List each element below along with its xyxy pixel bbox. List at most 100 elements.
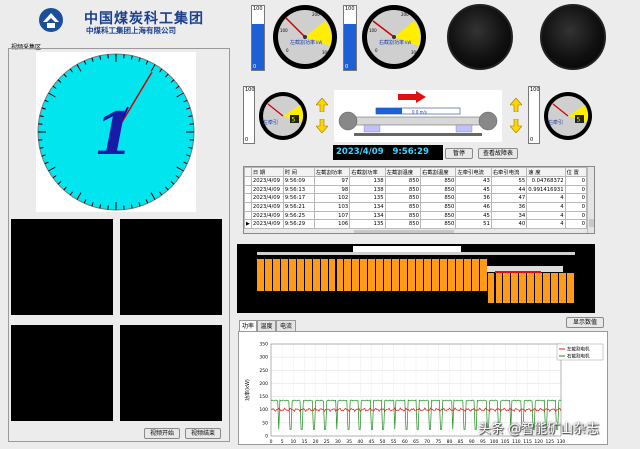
table-row[interactable]: 2023/4/09 9:56:21 103 134 850 850 46 36 4 0 <box>244 202 588 212</box>
video-feed-2[interactable] <box>120 219 222 315</box>
svg-text:100: 100 <box>369 28 377 33</box>
right-traction-bar: 100 0 <box>528 86 540 144</box>
video-feed-4[interactable] <box>120 325 222 421</box>
table-hscrollbar[interactable] <box>244 228 587 233</box>
y-tick-label: 50 <box>262 420 268 426</box>
x-tick-label: 75 <box>435 439 441 445</box>
row-indicator <box>244 193 252 204</box>
column-header[interactable]: 右牵引电流 <box>490 167 528 177</box>
direction-arrow-icon <box>398 91 426 103</box>
svg-text:右牵引: 右牵引 <box>548 119 563 126</box>
x-tick-label: 130 <box>557 439 566 445</box>
table-cell: 135 <box>349 193 386 204</box>
table-row[interactable]: 2023/4/09 9:56:13 98 138 850 850 45 44 0.9914169… <box>244 184 588 195</box>
pause-button[interactable]: 暂停 <box>445 148 473 159</box>
x-tick-label: 95 <box>480 439 486 445</box>
table-cell: 0 <box>564 184 588 195</box>
table-cell: 850 <box>384 193 422 204</box>
svg-text:kW: kW <box>316 40 322 45</box>
x-tick-label: 90 <box>469 439 475 445</box>
row-indicator <box>244 184 252 195</box>
table-cell: 9:56:25 <box>282 210 315 221</box>
table-cell: 46 <box>455 202 492 212</box>
table-scrollbar[interactable] <box>587 167 594 233</box>
y-tick-label: 100 <box>259 407 268 413</box>
video-end-button[interactable]: 视频结束 <box>185 428 221 439</box>
table-cell: 0 <box>564 193 588 204</box>
table-cell: 36 <box>490 202 528 212</box>
table-cell: 45 <box>455 184 492 195</box>
svg-text:5: 5 <box>577 117 581 124</box>
empty-gauge-1 <box>447 4 513 70</box>
x-tick-label: 25 <box>324 439 330 445</box>
table-row[interactable]: 2023/4/09 9:56:17 102 135 850 850 36 47 4 0 <box>244 193 588 204</box>
table-cell: 2023/4/09 <box>250 193 284 204</box>
svg-text:5: 5 <box>292 117 296 124</box>
table-cell: 55 <box>490 176 528 186</box>
logo <box>38 7 64 33</box>
table-cell: 9:56:21 <box>282 202 315 212</box>
right-down-arrow-icon[interactable] <box>509 118 523 135</box>
left-down-arrow-icon[interactable] <box>315 118 329 135</box>
table-cell: 2023/4/09 <box>250 210 284 221</box>
table-cell: 9:56:13 <box>282 184 315 195</box>
table-cell: 107 <box>313 210 351 221</box>
table-cell: 102 <box>313 193 351 204</box>
y-tick-label: 200 <box>259 381 268 387</box>
svg-text:kW: kW <box>405 40 411 45</box>
video-start-button[interactable]: 视频开始 <box>144 428 180 439</box>
table-cell: 850 <box>420 176 457 186</box>
column-header[interactable]: 左截割温度 <box>384 167 422 177</box>
legend-entry: 左截割电机 <box>567 346 590 353</box>
x-tick-label: 115 <box>523 439 532 445</box>
left-up-arrow-icon[interactable] <box>315 97 329 114</box>
tab-current[interactable]: 电流 <box>276 320 296 331</box>
table-row[interactable]: 2023/4/09 9:56:25 107 134 850 850 45 34 4 0 <box>244 210 588 221</box>
video-feed-1[interactable] <box>11 219 113 315</box>
table-cell: 0.04768372 <box>526 176 566 186</box>
table-cell: 134 <box>349 210 386 221</box>
svg-text:200: 200 <box>401 12 409 17</box>
right-up-arrow-icon[interactable] <box>509 97 523 114</box>
video-feed-3[interactable] <box>11 325 113 421</box>
svg-text:100: 100 <box>280 28 288 33</box>
right-traction-gauge: 右牵引 5 <box>543 91 593 141</box>
column-header[interactable]: 速 度 <box>526 167 566 177</box>
column-header[interactable]: 左牵引电流 <box>455 167 492 177</box>
x-tick-label: 50 <box>380 439 386 445</box>
table-cell: 850 <box>384 176 422 186</box>
table-cell: 97 <box>313 176 351 186</box>
tab-temperature[interactable]: 温度 <box>257 320 276 331</box>
table-cell: 36 <box>455 193 492 204</box>
column-header[interactable]: 位 置 <box>564 167 588 177</box>
table-cell: 2023/4/09 <box>250 176 284 186</box>
y-tick-label: 350 <box>259 342 268 348</box>
column-header[interactable]: 右截割温度 <box>420 167 457 177</box>
progress-bar <box>376 108 402 114</box>
svg-text:左截割功率: 左截割功率 <box>290 39 315 46</box>
view-fault-table-button[interactable]: 查看故障表 <box>478 148 518 159</box>
table-cell: 850 <box>420 193 457 204</box>
table-cell: 43 <box>455 176 492 186</box>
row-indicator <box>244 167 252 177</box>
datetime-display: 2023/4/09 9:56:29 <box>333 145 443 160</box>
svg-text:200: 200 <box>312 12 320 17</box>
shearer-diagram: 0 0 m/s <box>334 90 502 142</box>
column-header[interactable]: 时 间 <box>282 167 315 177</box>
x-tick-label: 80 <box>447 439 453 445</box>
x-tick-label: 105 <box>501 439 510 445</box>
table-cell: 4 <box>526 210 566 221</box>
svg-text:300: 300 <box>411 50 419 55</box>
left-traction-bar: 100 0 <box>243 86 255 144</box>
right-power-gauge: 0 100 200 300 右截割功率 kW <box>361 4 427 70</box>
table-cell: 4 <box>526 193 566 204</box>
table-cell: 850 <box>420 202 457 212</box>
table-row[interactable]: 2023/4/09 9:56:09 97 138 850 850 43 55 0.0476837… <box>244 176 588 186</box>
column-header[interactable]: 右截割功率 <box>349 167 386 177</box>
y-tick-label: 250 <box>259 368 268 374</box>
column-header[interactable]: 左截割功率 <box>313 167 351 177</box>
column-header[interactable]: 日 期 <box>250 167 284 177</box>
row-indicator <box>244 202 252 212</box>
watermark: 头条 @智能矿山杂志 <box>478 422 600 437</box>
show-values-button[interactable]: 显示数值 <box>566 317 604 328</box>
